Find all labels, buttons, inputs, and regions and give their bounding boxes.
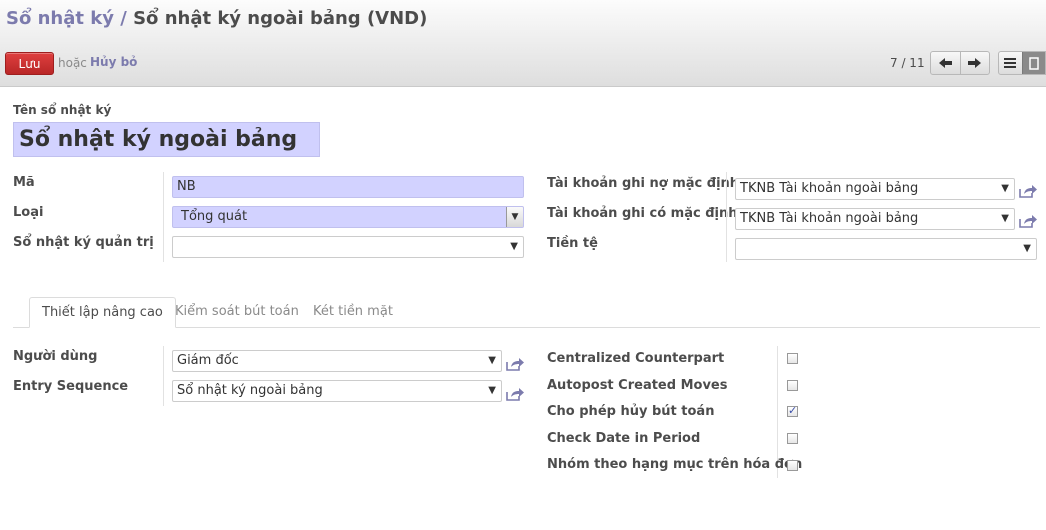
analytic-journal-label: Sổ nhật ký quản trị bbox=[13, 235, 154, 250]
chevron-down-icon: ▼ bbox=[1001, 183, 1009, 194]
pager-previous-button[interactable] bbox=[931, 52, 960, 74]
name-label: Tên sổ nhật ký bbox=[13, 103, 112, 117]
type-select[interactable]: Tổng quát ▼ bbox=[172, 206, 524, 228]
credit-account-select[interactable]: TKNB Tài khoản ngoài bảng ▼ bbox=[735, 208, 1015, 230]
users-value: Giám đốc bbox=[177, 353, 239, 368]
breadcrumb-parent-link[interactable]: Sổ nhật ký bbox=[6, 8, 114, 29]
centralized-counterpart-label: Centralized Counterpart bbox=[547, 351, 725, 366]
analytic-journal-select[interactable]: ▼ bbox=[172, 236, 524, 258]
external-link-icon[interactable] bbox=[1019, 214, 1037, 228]
external-link-icon[interactable] bbox=[506, 387, 524, 401]
right-group-divider bbox=[726, 172, 727, 262]
check-date-label: Check Date in Period bbox=[547, 431, 701, 446]
autopost-label: Autopost Created Moves bbox=[547, 378, 728, 393]
debit-account-label: Tài khoản ghi nợ mặc định bbox=[547, 176, 740, 191]
credit-account-value: TKNB Tài khoản ngoài bảng bbox=[740, 211, 919, 226]
pager-counter: 7 / 11 bbox=[890, 56, 925, 70]
debit-account-value: TKNB Tài khoản ngoài bảng bbox=[740, 181, 919, 196]
chevron-down-icon: ▼ bbox=[488, 385, 496, 396]
type-label: Loại bbox=[13, 205, 44, 220]
list-view-button[interactable] bbox=[999, 52, 1022, 74]
external-link-icon[interactable] bbox=[1019, 184, 1037, 198]
form-view-icon bbox=[1029, 56, 1039, 70]
tab-left-divider bbox=[163, 346, 164, 406]
tab-cash-registers[interactable]: Két tiền mặt bbox=[301, 297, 405, 327]
name-input[interactable]: Sổ nhật ký ngoài bảng bbox=[13, 122, 320, 157]
arrow-right-icon bbox=[968, 58, 982, 68]
allow-cancel-checkbox[interactable] bbox=[787, 404, 798, 417]
entry-sequence-label: Entry Sequence bbox=[13, 379, 129, 394]
tab-entry-controls[interactable]: Kiểm soát bút toán bbox=[163, 297, 311, 327]
code-field[interactable]: NB bbox=[172, 176, 524, 198]
debit-account-select[interactable]: TKNB Tài khoản ngoài bảng ▼ bbox=[735, 178, 1015, 200]
control-panel: Sổ nhật ký / Sổ nhật ký ngoài bảng (VND)… bbox=[0, 0, 1046, 87]
users-label: Người dùng bbox=[13, 349, 98, 364]
view-switcher bbox=[998, 51, 1046, 75]
check-date-checkbox[interactable] bbox=[787, 433, 798, 444]
arrow-left-icon bbox=[938, 58, 952, 68]
form-view-button[interactable] bbox=[1021, 52, 1045, 74]
currency-select[interactable]: ▼ bbox=[735, 238, 1037, 260]
breadcrumb-current: Sổ nhật ký ngoài bảng (VND) bbox=[133, 8, 428, 29]
left-group-divider bbox=[163, 172, 164, 262]
group-invoice-lines-checkbox[interactable] bbox=[787, 460, 798, 471]
save-button[interactable]: Lưu bbox=[5, 52, 54, 75]
users-select[interactable]: Giám đốc ▼ bbox=[172, 350, 502, 372]
pager-next-button[interactable] bbox=[959, 52, 990, 74]
currency-label: Tiền tệ bbox=[547, 236, 598, 251]
chevron-down-icon: ▼ bbox=[488, 355, 496, 366]
group-invoice-lines-label: Nhóm theo hạng mục trên hóa đơn bbox=[547, 457, 803, 472]
entry-sequence-value: Sổ nhật ký ngoài bảng bbox=[177, 383, 323, 398]
chevron-down-icon: ▼ bbox=[506, 207, 523, 227]
chevron-down-icon: ▼ bbox=[1001, 213, 1009, 224]
allow-cancel-label: Cho phép hủy bút toán bbox=[547, 404, 715, 419]
external-link-icon[interactable] bbox=[506, 357, 524, 371]
or-text: hoặc bbox=[58, 56, 87, 70]
chevron-down-icon: ▼ bbox=[1023, 243, 1031, 254]
autopost-checkbox[interactable] bbox=[787, 380, 798, 391]
credit-account-label: Tài khoản ghi có mặc định bbox=[547, 206, 738, 221]
chevron-down-icon: ▼ bbox=[510, 241, 518, 252]
type-select-value: Tổng quát bbox=[181, 209, 248, 224]
notebook-tabs: Thiết lập nâng cao Kiểm soát bút toán Ké… bbox=[13, 297, 1040, 328]
pager-buttons bbox=[930, 51, 990, 75]
centralized-counterpart-checkbox[interactable] bbox=[787, 353, 798, 364]
code-label: Mã bbox=[13, 175, 35, 190]
entry-sequence-select[interactable]: Sổ nhật ký ngoài bảng ▼ bbox=[172, 380, 502, 402]
breadcrumb-separator: / bbox=[120, 8, 127, 29]
list-view-icon bbox=[1004, 58, 1017, 68]
discard-link[interactable]: Hủy bỏ bbox=[90, 55, 137, 69]
tab-advanced-settings[interactable]: Thiết lập nâng cao bbox=[29, 297, 176, 328]
breadcrumb: Sổ nhật ký / Sổ nhật ký ngoài bảng (VND) bbox=[6, 8, 427, 29]
